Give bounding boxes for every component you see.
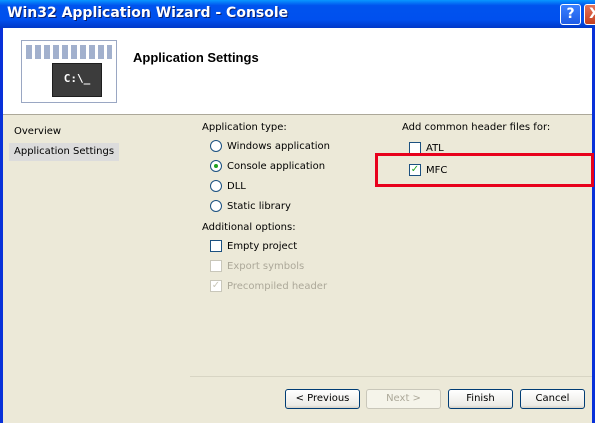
title-bar[interactable]: Win32 Application Wizard - Console ? X: [0, 0, 595, 28]
radio-selected-icon: [210, 160, 222, 172]
radio-icon: [210, 200, 222, 212]
logo-menu-strip: [26, 45, 112, 59]
cancel-button[interactable]: Cancel: [520, 389, 585, 409]
dll-radio[interactable]: DLL: [210, 179, 246, 193]
checkbox-label: Precompiled header: [227, 280, 328, 292]
windows-application-radio[interactable]: Windows application: [210, 139, 330, 153]
close-button[interactable]: X: [584, 4, 595, 25]
empty-project-checkbox[interactable]: Empty project: [210, 239, 297, 253]
radio-label: Windows application: [227, 140, 330, 152]
button-bar-divider: [190, 376, 592, 377]
console-app-logo: C:\_: [21, 40, 117, 103]
checkmark-icon: ✓: [210, 280, 222, 292]
radio-icon: [210, 180, 222, 192]
additional-options-label: Additional options:: [202, 222, 296, 233]
window-title: Win32 Application Wizard - Console: [7, 5, 289, 21]
header-files-label: Add common header files for:: [402, 122, 551, 133]
console-icon: C:\_: [52, 63, 102, 97]
radio-label: DLL: [227, 180, 246, 192]
sidebar: Overview Application Settings: [3, 115, 181, 423]
export-symbols-checkbox: Export symbols: [210, 259, 304, 273]
checkbox-icon: [210, 260, 222, 272]
radio-label: Static library: [227, 200, 291, 212]
application-type-label: Application type:: [202, 122, 287, 133]
checkbox-icon: [210, 240, 222, 252]
static-library-radio[interactable]: Static library: [210, 199, 291, 213]
sidebar-item-overview[interactable]: Overview: [9, 123, 66, 141]
help-button[interactable]: ?: [560, 4, 581, 25]
wizard-header: C:\_ Application Settings: [3, 28, 592, 114]
checkbox-label: Export symbols: [227, 260, 305, 272]
sidebar-item-application-settings[interactable]: Application Settings: [9, 143, 120, 161]
mfc-highlight-box: [375, 153, 594, 187]
next-button: Next >: [366, 389, 441, 409]
page-title: Application Settings: [133, 50, 259, 65]
sidebar-item-label: Overview: [14, 126, 62, 137]
precompiled-header-checkbox: ✓ Precompiled header: [210, 279, 327, 293]
checkbox-label: ATL: [426, 142, 444, 154]
sidebar-item-label: Application Settings: [14, 146, 115, 157]
radio-icon: [210, 140, 222, 152]
finish-button[interactable]: Finish: [448, 389, 513, 409]
console-application-radio[interactable]: Console application: [210, 159, 325, 173]
radio-label: Console application: [227, 160, 326, 172]
previous-button[interactable]: < Previous: [285, 389, 360, 409]
checkbox-label: Empty project: [227, 240, 298, 252]
